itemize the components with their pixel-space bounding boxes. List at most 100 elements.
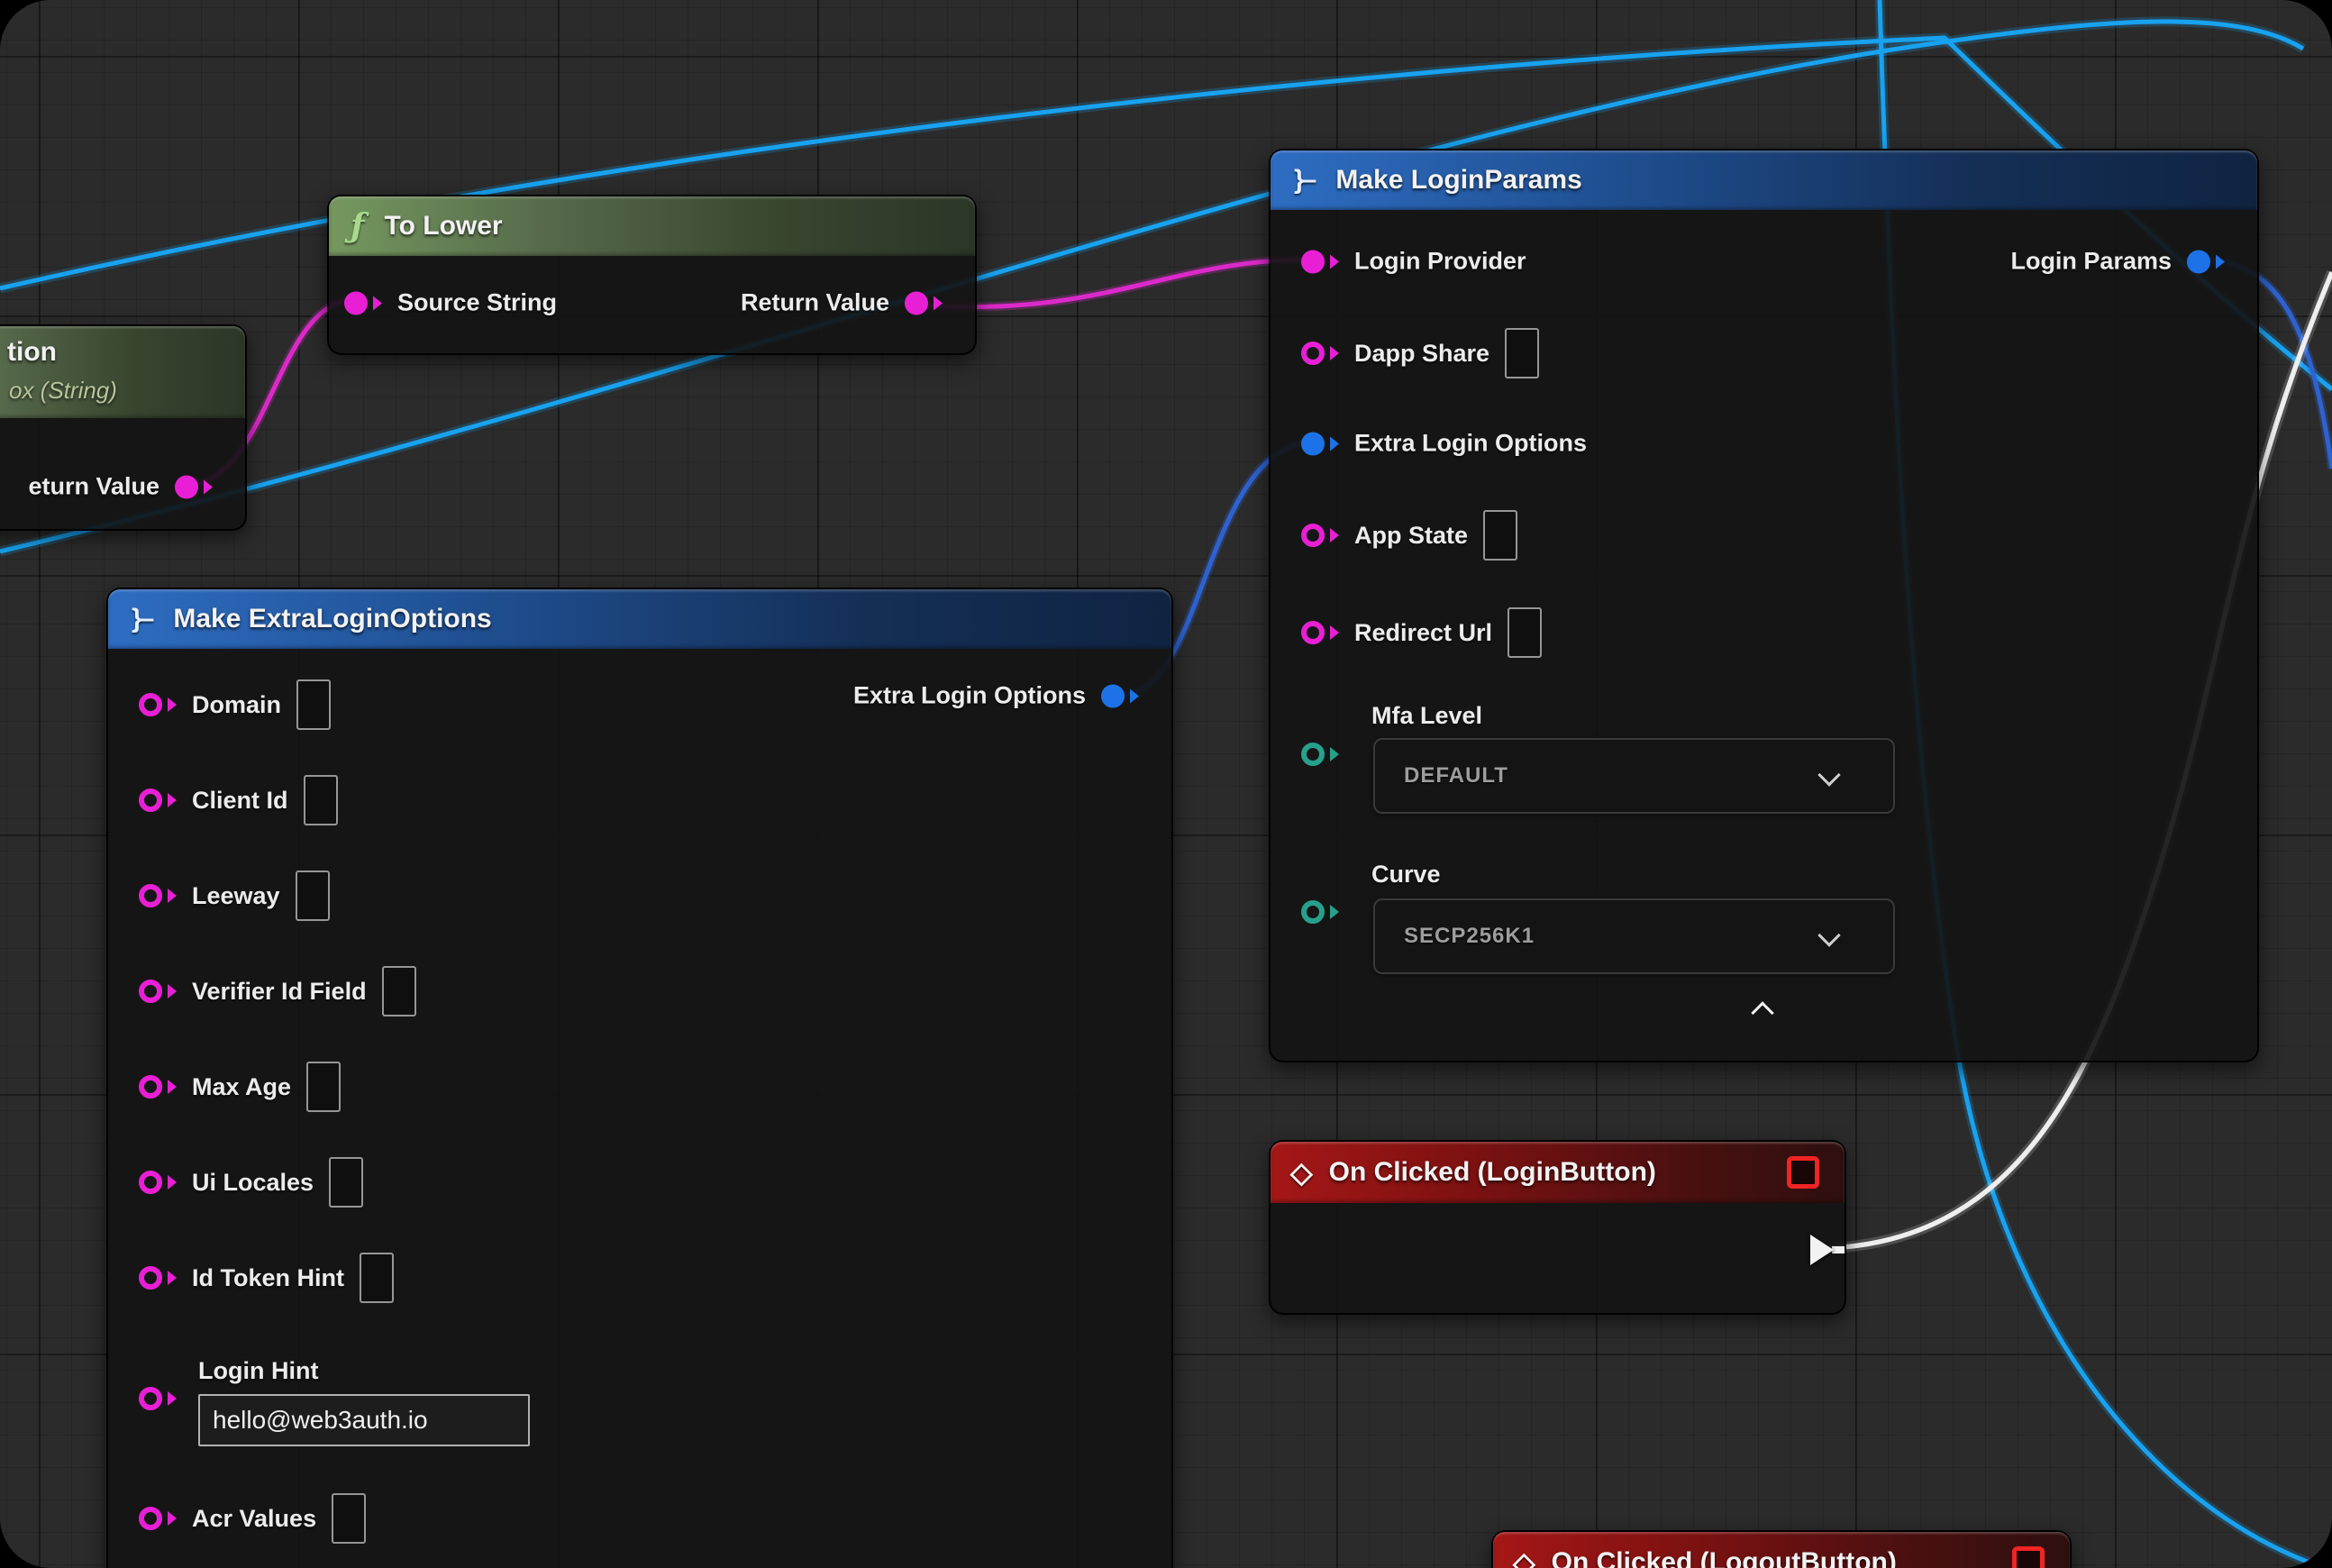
mfa-level-dropdown[interactable]: DEFAULT xyxy=(1373,738,1895,814)
extra-login-options-out-pin-wedge xyxy=(1130,688,1139,703)
pin-row-return-value[interactable]: Return Value xyxy=(741,289,943,317)
extra-login-options-out-pin[interactable] xyxy=(1101,684,1125,707)
verifier-id-field-value-box[interactable] xyxy=(382,966,416,1016)
make-login-params-header[interactable]: }– Make LoginParams xyxy=(1271,150,2257,210)
leeway-pin[interactable] xyxy=(139,884,162,907)
mfa-level-chevron-icon xyxy=(1817,763,1840,786)
pin-row-login-provider[interactable]: Login Provider xyxy=(1301,248,1526,276)
get-text-subtitle-fragment: ox (String) xyxy=(9,377,117,405)
verifier-id-field-pin-wedge xyxy=(168,984,177,998)
max-age-pin-wedge xyxy=(168,1080,177,1094)
mfa-level-pin[interactable] xyxy=(1301,743,1325,766)
node-to-lower[interactable]: ƒ To Lower Source String Return Value xyxy=(327,195,977,355)
node-get-text-partial[interactable]: tion ox (String) eturn Value xyxy=(0,324,247,531)
app-state-value-box[interactable] xyxy=(1483,510,1517,561)
pin-row-ui-locales[interactable]: Ui Locales xyxy=(139,1157,363,1208)
pin-row-redirect-url[interactable]: Redirect Url xyxy=(1301,607,1542,658)
client-id-label: Client Id xyxy=(192,787,288,815)
login-provider-pin-wedge xyxy=(1330,254,1339,269)
make-struct-icon: }– xyxy=(1294,165,1314,196)
node-make-login-params[interactable]: }– Make LoginParams Login Provider Dapp … xyxy=(1269,149,2259,1062)
pin-row-leeway[interactable]: Leeway xyxy=(139,871,330,921)
pin-row-client-id[interactable]: Client Id xyxy=(139,775,338,825)
delegate-output-pin[interactable] xyxy=(1787,1156,1819,1189)
pin-row-curve[interactable] xyxy=(1301,900,1339,924)
pin-row-domain[interactable]: Domain xyxy=(139,679,331,730)
pin-row-acr-values[interactable]: Acr Values xyxy=(139,1493,366,1544)
max-age-pin[interactable] xyxy=(139,1075,162,1099)
on-clicked-login-title: On Clicked (LoginButton) xyxy=(1329,1157,1656,1188)
app-state-pin[interactable] xyxy=(1301,524,1325,547)
verifier-id-field-pin[interactable] xyxy=(139,980,162,1003)
return-value-pin-wedge xyxy=(204,479,213,494)
max-age-value-box[interactable] xyxy=(306,1062,341,1112)
delegate-output-pin[interactable] xyxy=(2012,1546,2045,1568)
blueprint-canvas[interactable]: tion ox (String) eturn Value ƒ To Lower … xyxy=(0,0,2332,1568)
ui-locales-label: Ui Locales xyxy=(192,1169,314,1197)
app-state-pin-wedge xyxy=(1330,528,1339,542)
client-id-value-box[interactable] xyxy=(304,775,338,825)
domain-value-box[interactable] xyxy=(296,679,331,730)
make-struct-icon: }– xyxy=(132,604,151,634)
return-value-label: Return Value xyxy=(741,289,889,317)
curve-pin[interactable] xyxy=(1301,900,1325,924)
on-clicked-login-header[interactable]: ◇ On Clicked (LoginButton) xyxy=(1271,1142,1845,1203)
node-on-clicked-login-button[interactable]: ◇ On Clicked (LoginButton) xyxy=(1269,1140,1846,1315)
id-token-hint-pin[interactable] xyxy=(139,1266,162,1290)
make-extra-login-options-header[interactable]: }– Make ExtraLoginOptions xyxy=(108,589,1171,649)
id-token-hint-value-box[interactable] xyxy=(360,1253,394,1303)
exec-output-pin[interactable] xyxy=(1810,1235,1834,1265)
id-token-hint-label: Id Token Hint xyxy=(192,1264,344,1292)
source-string-pin[interactable] xyxy=(344,291,368,315)
ui-locales-pin[interactable] xyxy=(139,1171,162,1194)
login-provider-pin[interactable] xyxy=(1301,250,1325,273)
client-id-pin[interactable] xyxy=(139,789,162,812)
curve-label: Curve xyxy=(1371,861,1441,889)
login-hint-pin[interactable] xyxy=(139,1387,162,1410)
pin-row-app-state[interactable]: App State xyxy=(1301,510,1517,561)
extra-login-options-in-pin[interactable] xyxy=(1301,432,1325,455)
node-make-extra-login-options[interactable]: }– Make ExtraLoginOptions Domain Client … xyxy=(106,588,1173,1568)
pin-row-source-string[interactable]: Source String xyxy=(344,289,557,317)
dapp-share-value-box[interactable] xyxy=(1505,328,1539,378)
ui-locales-value-box[interactable] xyxy=(329,1157,363,1208)
login-params-out-pin-wedge xyxy=(2216,254,2225,269)
pin-row-login-hint[interactable] xyxy=(139,1387,177,1410)
login-hint-label: Login Hint xyxy=(198,1357,318,1385)
acr-values-value-box[interactable] xyxy=(332,1493,366,1544)
pin-row-extra-login-options-in[interactable]: Extra Login Options xyxy=(1301,430,1587,458)
login-params-out-pin[interactable] xyxy=(2187,250,2210,273)
domain-label: Domain xyxy=(192,691,281,719)
to-lower-header[interactable]: ƒ To Lower xyxy=(329,196,975,256)
event-diamond-icon: ◇ xyxy=(1513,1545,1535,1568)
make-extra-login-options-title: Make ExtraLoginOptions xyxy=(173,604,491,634)
pin-row-return-value-partial[interactable]: eturn Value xyxy=(28,473,213,501)
pin-row-id-token-hint[interactable]: Id Token Hint xyxy=(139,1253,394,1303)
login-provider-label: Login Provider xyxy=(1354,248,1526,276)
on-clicked-logout-header[interactable]: ◇ On Clicked (LogoutButton) xyxy=(1493,1532,2070,1568)
pin-row-verifier-id-field[interactable]: Verifier Id Field xyxy=(139,966,416,1016)
ui-locales-pin-wedge xyxy=(168,1175,177,1190)
login-hint-input[interactable]: hello@web3auth.io xyxy=(198,1394,530,1446)
domain-pin[interactable] xyxy=(139,693,162,716)
collapse-node-chevron-icon[interactable] xyxy=(1751,1001,1773,1024)
pin-row-mfa-level[interactable] xyxy=(1301,743,1339,766)
curve-chevron-icon xyxy=(1817,924,1840,946)
return-value-pin[interactable] xyxy=(175,475,198,498)
return-value-pin[interactable] xyxy=(905,291,928,315)
curve-dropdown[interactable]: SECP256K1 xyxy=(1373,898,1895,974)
redirect-url-pin[interactable] xyxy=(1301,621,1325,644)
make-login-params-title: Make LoginParams xyxy=(1335,165,1581,196)
pin-row-login-params-out[interactable]: Login Params xyxy=(2010,248,2225,276)
pin-row-max-age[interactable]: Max Age xyxy=(139,1062,341,1112)
pin-row-dapp-share[interactable]: Dapp Share xyxy=(1301,328,1539,378)
pin-row-extra-login-options-out[interactable]: Extra Login Options xyxy=(853,682,1139,710)
node-on-clicked-logout-button[interactable]: ◇ On Clicked (LogoutButton) xyxy=(1491,1530,2072,1568)
dapp-share-pin[interactable] xyxy=(1301,342,1325,365)
login-params-out-label: Login Params xyxy=(2010,248,2172,276)
redirect-url-value-box[interactable] xyxy=(1508,607,1542,658)
event-diamond-icon: ◇ xyxy=(1290,1155,1313,1190)
acr-values-pin[interactable] xyxy=(139,1507,162,1530)
leeway-value-box[interactable] xyxy=(296,871,330,921)
dapp-share-pin-wedge xyxy=(1330,346,1339,360)
